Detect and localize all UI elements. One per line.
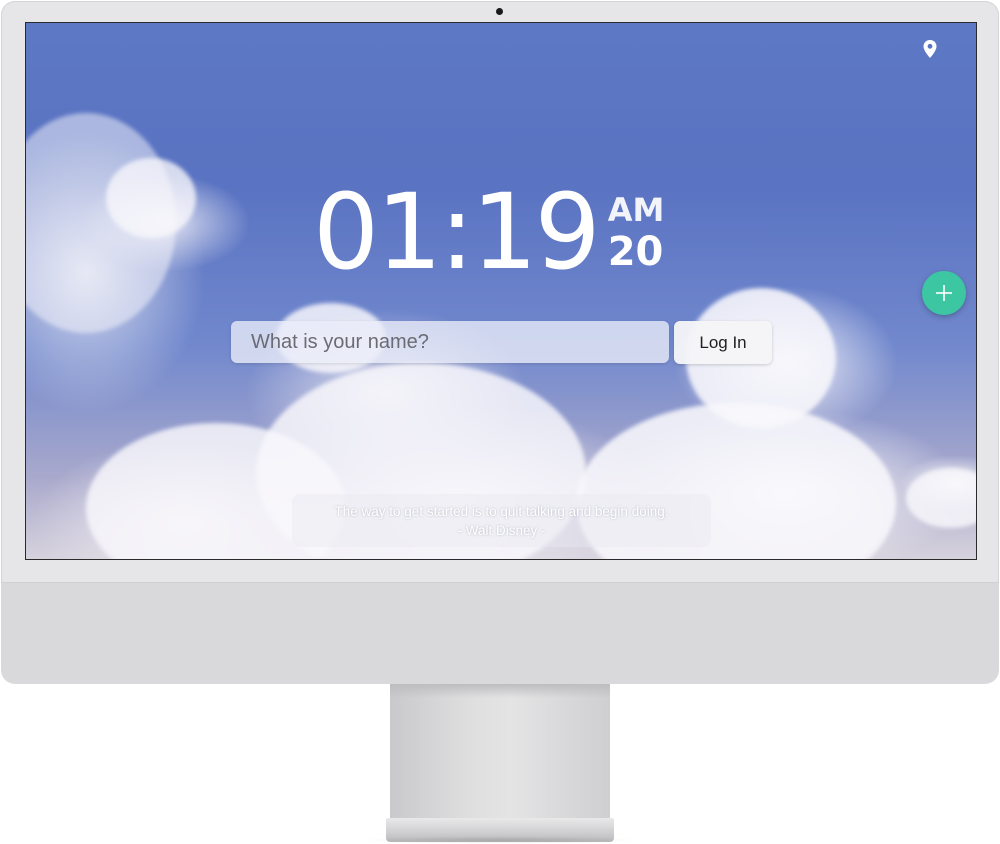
quote-box: The way to get started is to quit talkin…	[292, 494, 711, 547]
monitor-stand	[390, 684, 610, 820]
camera	[496, 8, 503, 15]
background-cloud	[906, 468, 976, 528]
clock-ampm: AM	[607, 191, 665, 229]
clock: 01:19 AM 20	[313, 173, 713, 293]
name-input[interactable]	[231, 321, 669, 363]
stand-shadow	[360, 836, 640, 844]
clock-side: AM 20	[608, 191, 665, 275]
quote-text: The way to get started is to quit talkin…	[334, 504, 669, 519]
plus-icon	[936, 285, 952, 301]
login-button[interactable]: Log In	[674, 321, 772, 364]
clock-time: 01:19	[313, 171, 601, 293]
quote-author: - Walt Disney -	[457, 523, 546, 538]
clock-seconds: 20	[607, 229, 664, 275]
screen: 01:19 AM 20 Log In The way to get starte…	[25, 22, 977, 560]
background-cloud	[106, 158, 196, 238]
add-button[interactable]	[922, 271, 966, 315]
location-pin-icon[interactable]	[922, 39, 938, 59]
monitor-chin	[1, 582, 999, 684]
